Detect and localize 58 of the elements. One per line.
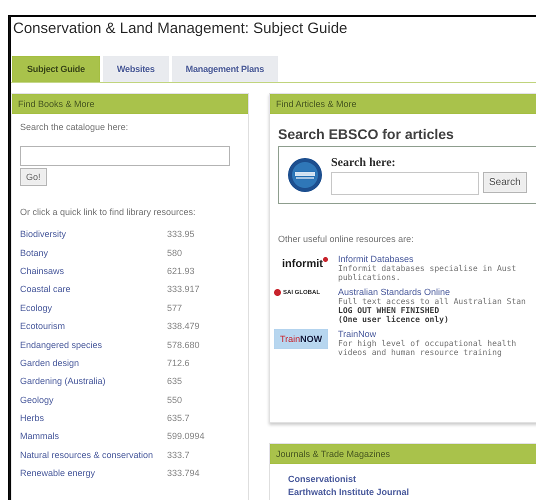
call-number: 712.6 [167,358,190,368]
resource-description: For high level of occupational health [338,339,518,348]
catalogue-search-field[interactable] [20,146,230,166]
subject-link[interactable]: Coastal care [20,284,167,294]
informit-logo[interactable]: informit [282,258,328,270]
tab[interactable]: Subject Guide [12,56,100,82]
resource-link[interactable]: TrainNow [338,329,536,339]
resources-intro: Other useful online resources are: [278,234,415,244]
resource-description: LOG OUT WHEN FINISHED [338,306,440,315]
resource-description: (One user licence only) [338,315,450,324]
panel-header: Find Articles & More [270,94,536,114]
journal-link[interactable]: Conservationist [288,474,536,484]
subject-link[interactable]: Endangered species [20,340,167,350]
subject-link[interactable]: Renewable energy [20,468,167,478]
resource-description: publications. [338,273,402,282]
subject-link[interactable]: Biodiversity [20,229,167,240]
subject-link[interactable]: Ecotourism [20,321,167,332]
go-button[interactable]: Go! [20,168,47,186]
call-number: 550 [167,394,182,405]
call-number: 621.93 [167,266,195,276]
journal-link[interactable]: Earthwatch Institute Journal [288,487,536,497]
call-number: 333.95 [167,229,195,240]
call-number: 577 [167,302,182,313]
search-button[interactable]: Search [483,172,527,193]
subject-link[interactable]: Natural resources & conservation [20,450,167,460]
call-number: 333.917 [167,284,200,294]
resource-link[interactable]: Informit Databases [338,254,536,264]
tab[interactable]: Management Plans [172,56,278,82]
call-number: 333.794 [167,468,200,478]
subject-link[interactable]: Mammals [20,431,167,442]
subject-link[interactable]: Gardening (Australia) [20,376,167,386]
resource-description: Informit databases specialise in Aust [338,264,518,273]
quick-links-intro: Or click a quick link to find library resources: [20,207,197,217]
trainnow-logo[interactable]: TrainNOW [274,329,328,349]
article-search-field[interactable] [331,172,479,195]
panel-header: Find Books & More [12,94,248,114]
resource-link[interactable]: Australian Standards Online [338,287,536,297]
section-heading: Search EBSCO for articles [278,126,455,142]
search-prompt: Search the catalogue here: [20,122,130,132]
call-number: 635 [167,376,182,386]
call-number: 635.7 [167,413,190,424]
tab[interactable]: Websites [102,56,169,82]
panel-header: Journals & Trade Magazines [270,444,536,464]
resource-description: videos and human resource training [338,348,503,357]
subject-link[interactable]: Botany [20,248,167,258]
call-number: 578.680 [167,340,200,350]
call-number: 333.7 [167,450,190,460]
resource-description: Full text access to all Australian Stan [338,297,527,306]
page-title: Conservation & Land Management: Subject Guide [12,19,348,39]
subject-link[interactable]: Geology [20,394,167,405]
call-number: 580 [167,248,182,258]
search-label: Search here: [331,155,397,170]
call-number: 599.0994 [167,431,205,442]
subject-link[interactable]: Chainsaws [20,266,167,276]
subject-link[interactable]: Herbs [20,413,167,424]
call-number: 338.479 [167,321,200,332]
subject-link[interactable]: Ecology [20,302,167,313]
subject-link[interactable]: Garden design [20,358,167,368]
